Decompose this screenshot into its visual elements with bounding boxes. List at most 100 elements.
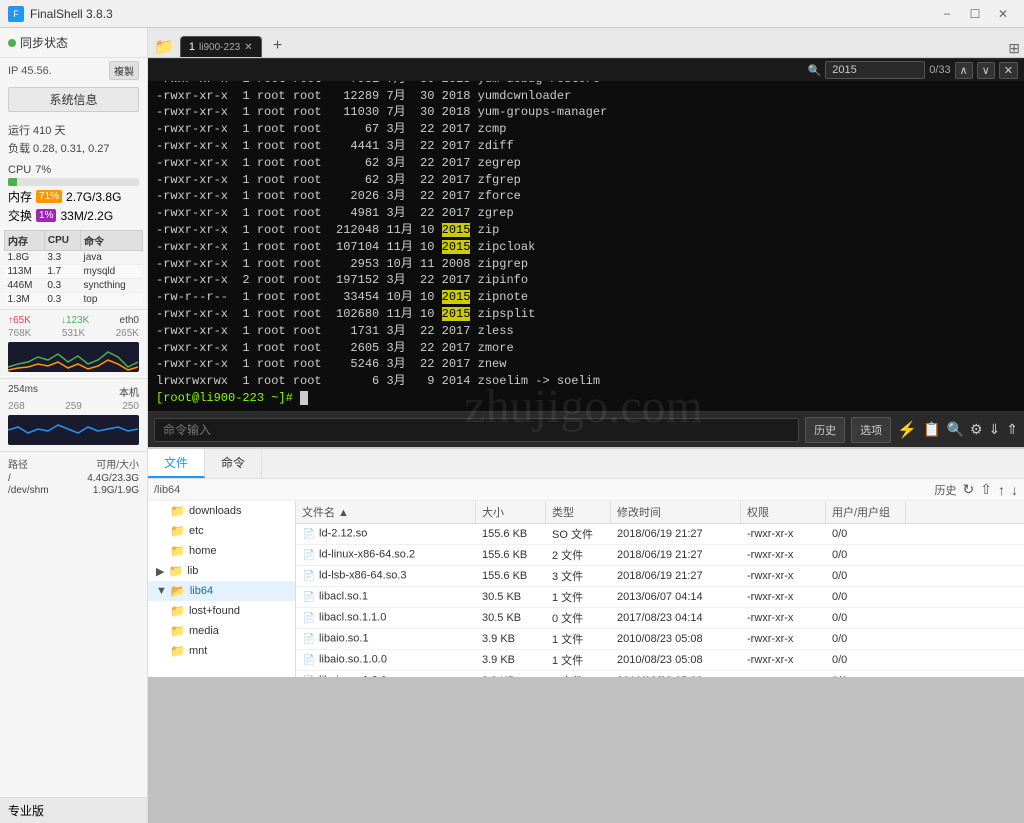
terminal-line: -rwxr-xr-x 1 root root 11030 7月 30 2018 …: [156, 104, 1016, 121]
file-row[interactable]: 📄 libacl.so.1.1.0 30.5 KB 0 文件 2017/08/2…: [296, 608, 1024, 629]
folder-icon: 📁: [170, 504, 185, 518]
download-file-icon[interactable]: ↓: [1011, 482, 1018, 498]
download-icon[interactable]: ⇓: [989, 421, 1001, 438]
file-row[interactable]: 📄 libaio.so.1 3.9 KB 1 文件 2010/08/23 05:…: [296, 629, 1024, 650]
close-button[interactable]: ✕: [990, 4, 1016, 24]
file-owner: 0/0: [826, 568, 906, 584]
terminal-line: -rwxr-xr-x 1 root root 5246 3月 22 2017 z…: [156, 356, 1016, 373]
swap-badge: 1%: [36, 209, 56, 222]
file-modified: 2018/06/19 21:27: [611, 547, 741, 563]
history-nav-button[interactable]: 历史: [935, 482, 957, 498]
file-tab-files[interactable]: 文件: [148, 449, 205, 478]
mem-label: 内存: [8, 188, 32, 205]
lightning-icon: ⚡: [897, 420, 917, 440]
tree-item-lib[interactable]: ▶📁lib: [148, 561, 295, 581]
tree-item-lib64[interactable]: ▼📂lib64: [148, 581, 295, 601]
proc-cpu: 3.3: [44, 251, 80, 265]
edition-bar: 专业版: [0, 797, 147, 823]
disk-path-label: 路径: [8, 456, 28, 471]
terminal-line: [root@li900-223 ~]#: [156, 390, 1016, 407]
file-type: 1 文件: [546, 671, 611, 677]
disk-rows: /4.4G/23.3G/dev/shm1.9G/1.9G: [8, 473, 139, 496]
search-input[interactable]: [825, 61, 925, 79]
file-owner: 0/0: [826, 652, 906, 668]
terminal-line: -rwxr-xr-x 2 root root 197152 3月 22 2017…: [156, 272, 1016, 289]
file-row[interactable]: 📄 libaio.so.1.0.1 3.9 KB 1 文件 2010/08/23…: [296, 671, 1024, 677]
file-size: 30.5 KB: [476, 610, 546, 626]
copy-icon[interactable]: 📋: [923, 421, 940, 438]
file-path: /lib64: [154, 484, 180, 496]
file-perms: -rwxr-xr-x: [741, 673, 826, 677]
window-controls[interactable]: − ☐ ✕: [934, 4, 1016, 24]
refresh-icon[interactable]: ↻: [963, 481, 975, 498]
file-perms: -rwxr-xr-x: [741, 652, 826, 668]
terminal-line: lrwxrwxrwx 1 root root 6 3月 9 2014 zsoel…: [156, 373, 1016, 390]
search-tool-icon[interactable]: 🔍: [947, 421, 964, 438]
file-owner: 0/0: [826, 631, 906, 647]
upload-icon[interactable]: ⇑: [1006, 421, 1018, 438]
disk-avail-label: 可用/大小: [96, 456, 139, 471]
tab-close-button[interactable]: ✕: [244, 42, 252, 53]
file-row[interactable]: 📄 libaio.so.1.0.0 3.9 KB 1 文件 2010/08/23…: [296, 650, 1024, 671]
file-name: 📄 ld-linux-x86-64.so.2: [296, 546, 476, 564]
ping-graph: [8, 415, 139, 445]
file-row[interactable]: 📄 ld-linux-x86-64.so.2 155.6 KB 2 文件 201…: [296, 545, 1024, 566]
command-bar: 历史 选项 ⚡ 📋 🔍 ⚙ ⇓ ⇑: [148, 411, 1024, 447]
proc-mem: 446M: [5, 279, 45, 293]
file-row[interactable]: 📄 ld-2.12.so 155.6 KB SO 文件 2018/06/19 2…: [296, 524, 1024, 545]
search-next-button[interactable]: ∨: [977, 62, 995, 79]
tree-item-downloads[interactable]: 📁downloads: [148, 501, 295, 521]
file-modified: 2010/08/23 05:08: [611, 652, 741, 668]
add-tab-button[interactable]: +: [266, 35, 290, 57]
folder-nav-icon[interactable]: 📁: [154, 37, 174, 57]
file-size: 155.6 KB: [476, 547, 546, 563]
select-button[interactable]: 选项: [851, 417, 891, 443]
tree-item-media[interactable]: 📁media: [148, 621, 295, 641]
tree-item-home[interactable]: 📁home: [148, 541, 295, 561]
tree-item-lost+found[interactable]: 📁lost+found: [148, 601, 295, 621]
grid-view-icon[interactable]: ⊞: [1008, 40, 1020, 57]
file-header-bar: /lib64 历史 ↻ ⇧ ↑ ↓: [148, 479, 1024, 501]
command-input[interactable]: [154, 418, 799, 442]
disk-path-val: /dev/shm: [8, 485, 49, 496]
minimize-button[interactable]: −: [934, 4, 960, 24]
terminal[interactable]: zhujigo.com -rwxr-xr-x 1 root root 2167 …: [148, 81, 1024, 411]
upload-file-icon[interactable]: ↑: [998, 482, 1005, 498]
highlight: 2015: [442, 240, 471, 254]
file-name: 📄 libacl.so.1: [296, 588, 476, 606]
tree-expand-icon: ▶: [156, 565, 164, 578]
file-list-header: 文件名 ▲ 大小 类型 修改时间 权限 用户/用户组: [296, 501, 1024, 524]
file-tabs: 文件 命令: [148, 449, 1024, 479]
terminal-tab-1[interactable]: 1 li900-223 ✕: [180, 36, 262, 57]
net-iface: eth0: [120, 315, 139, 326]
file-icon: 📄: [302, 527, 316, 541]
proc-header-cmd: 命令: [80, 231, 142, 251]
file-row[interactable]: 📄 ld-lsb-x86-64.so.3 155.6 KB 3 文件 2018/…: [296, 566, 1024, 587]
file-row[interactable]: 📄 libacl.so.1 30.5 KB 1 文件 2013/06/07 04…: [296, 587, 1024, 608]
proc-cmd: top: [80, 293, 142, 307]
maximize-button[interactable]: ☐: [962, 4, 988, 24]
ping-val-1: 268: [8, 401, 25, 412]
mem-badge: 71%: [36, 190, 62, 203]
history-button[interactable]: 历史: [805, 417, 845, 443]
network-row: ↑65K ↓123K eth0: [8, 315, 139, 326]
terminal-line: -rwxr-xr-x 1 root root 62 3月 22 2017 zeg…: [156, 155, 1016, 172]
titlebar-left: F FinalShell 3.8.3: [8, 6, 113, 22]
search-prev-button[interactable]: ∧: [955, 62, 973, 79]
net-up: ↑65K: [8, 315, 31, 326]
settings-icon[interactable]: ⚙: [970, 421, 983, 438]
terminal-line: -rwxr-xr-x 1 root root 4441 3月 22 2017 z…: [156, 138, 1016, 155]
proc-header-mem: 内存: [5, 231, 45, 251]
tree-item-label: home: [189, 545, 217, 557]
up-dir-icon[interactable]: ⇧: [980, 481, 992, 498]
process-row: 446M0.3syncthing: [5, 279, 143, 293]
search-close-button[interactable]: ✕: [999, 62, 1018, 79]
tree-item-etc[interactable]: 📁etc: [148, 521, 295, 541]
file-name: 📄 libaio.so.1.0.0: [296, 651, 476, 669]
file-owner: 0/0: [826, 673, 906, 677]
tree-item-mnt[interactable]: 📁mnt: [148, 641, 295, 661]
file-tab-commands[interactable]: 命令: [205, 449, 262, 478]
file-header-toolbar: 历史 ↻ ⇧ ↑ ↓: [935, 481, 1018, 498]
sysinfo-button[interactable]: 系统信息: [8, 87, 139, 112]
copy-button[interactable]: 複製: [109, 61, 139, 80]
